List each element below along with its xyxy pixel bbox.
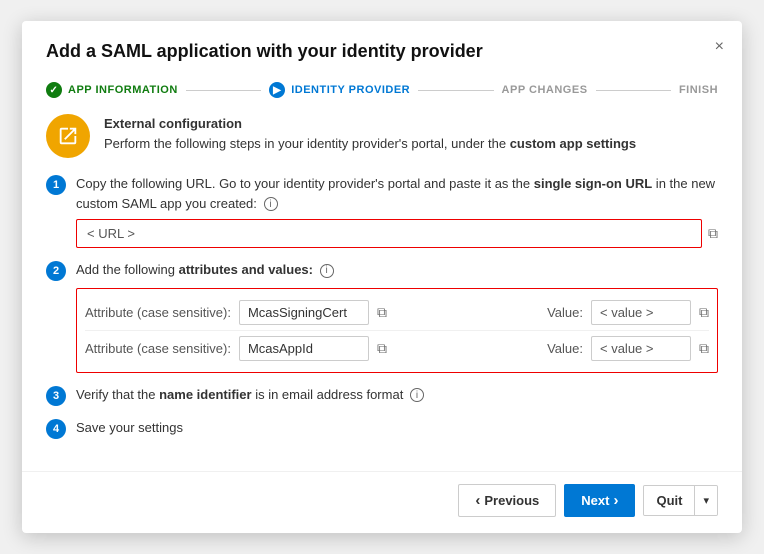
step1-text-start: Copy the following URL. Go to your ident… bbox=[76, 176, 534, 191]
banner-title: External configuration bbox=[104, 116, 242, 131]
previous-button[interactable]: Previous bbox=[458, 484, 556, 517]
dialog-footer: Previous Next Quit ▾ bbox=[22, 471, 742, 533]
step-content-1: Copy the following URL. Go to your ident… bbox=[76, 174, 718, 248]
step-label-identity-provider: IDENTITY PROVIDER bbox=[291, 84, 410, 96]
step-label-app-changes: APP CHANGES bbox=[502, 84, 588, 96]
step-line-3 bbox=[596, 90, 671, 91]
step2-text-bold: attributes and values: bbox=[179, 262, 313, 277]
quit-button[interactable]: Quit bbox=[644, 486, 695, 515]
value-copy-icon-2[interactable]: ⧉ bbox=[699, 338, 709, 359]
close-button[interactable]: × bbox=[711, 35, 728, 59]
chevron-left-icon bbox=[475, 492, 480, 509]
instruction-step-4: 4 Save your settings bbox=[46, 418, 718, 439]
step4-text: Save your settings bbox=[76, 420, 183, 435]
quit-split-button: Quit ▾ bbox=[643, 485, 718, 516]
value-input-2[interactable] bbox=[591, 336, 691, 361]
step2-text-start: Add the following bbox=[76, 262, 179, 277]
step-content-4: Save your settings bbox=[76, 418, 718, 438]
config-icon bbox=[46, 114, 90, 158]
url-row: ⧉ bbox=[76, 219, 718, 248]
value-label-2: Value: bbox=[547, 339, 583, 359]
attr-input-1[interactable] bbox=[239, 300, 369, 325]
step-line-1 bbox=[186, 90, 261, 91]
attr-copy-icon-2[interactable]: ⧉ bbox=[377, 338, 387, 359]
external-link-icon bbox=[57, 125, 79, 147]
banner-text: External configuration Perform the follo… bbox=[104, 114, 636, 153]
value-copy-icon-1[interactable]: ⧉ bbox=[699, 302, 709, 323]
url-copy-icon[interactable]: ⧉ bbox=[708, 223, 718, 244]
dialog-title: Add a SAML application with your identit… bbox=[46, 41, 718, 62]
attr-label-2: Attribute (case sensitive): bbox=[85, 339, 231, 359]
attr-row-1: Attribute (case sensitive): ⧉ Value: ⧉ bbox=[85, 295, 709, 331]
stepper-step-identity-provider: ▶ IDENTITY PROVIDER bbox=[269, 82, 410, 98]
instruction-step-3: 3 Verify that the name identifier is in … bbox=[46, 385, 718, 406]
url-input[interactable] bbox=[76, 219, 702, 248]
attr-label-1: Attribute (case sensitive): bbox=[85, 303, 231, 323]
step1-text-bold: single sign-on URL bbox=[534, 176, 652, 191]
next-button[interactable]: Next bbox=[564, 484, 635, 517]
next-label: Next bbox=[581, 493, 609, 508]
value-label-1: Value: bbox=[547, 303, 583, 323]
step-content-2: Add the following attributes and values:… bbox=[76, 260, 718, 373]
attr-copy-icon-1[interactable]: ⧉ bbox=[377, 302, 387, 323]
step-num-1: 1 bbox=[46, 175, 66, 195]
dialog: Add a SAML application with your identit… bbox=[22, 21, 742, 533]
banner-desc-bold: custom app settings bbox=[510, 136, 636, 151]
external-config-banner: External configuration Perform the follo… bbox=[46, 114, 718, 158]
banner-desc-start: Perform the following steps in your iden… bbox=[104, 136, 510, 151]
step3-info-icon[interactable]: i bbox=[410, 388, 424, 402]
step-num-3: 3 bbox=[46, 386, 66, 406]
stepper: ✓ APP INFORMATION ▶ IDENTITY PROVIDER AP… bbox=[22, 82, 742, 110]
value-input-1[interactable] bbox=[591, 300, 691, 325]
step3-text-bold: name identifier bbox=[159, 387, 251, 402]
stepper-step-app-changes: APP CHANGES bbox=[502, 84, 588, 96]
attr-row-2: Attribute (case sensitive): ⧉ Value: ⧉ bbox=[85, 331, 709, 366]
dialog-content: External configuration Perform the follo… bbox=[22, 110, 742, 463]
step2-info-icon[interactable]: i bbox=[320, 264, 334, 278]
step-label-finish: FINISH bbox=[679, 84, 718, 96]
stepper-step-app-info: ✓ APP INFORMATION bbox=[46, 82, 178, 98]
dialog-header: Add a SAML application with your identit… bbox=[22, 21, 742, 82]
check-icon: ✓ bbox=[46, 82, 62, 98]
step3-text-end: is in email address format bbox=[252, 387, 404, 402]
stepper-step-finish: FINISH bbox=[679, 84, 718, 96]
quit-dropdown-button[interactable]: ▾ bbox=[695, 486, 717, 515]
attributes-table: Attribute (case sensitive): ⧉ Value: ⧉ A… bbox=[76, 288, 718, 373]
step-num-4: 4 bbox=[46, 419, 66, 439]
step-content-3: Verify that the name identifier is in em… bbox=[76, 385, 718, 405]
step3-text-start: Verify that the bbox=[76, 387, 159, 402]
attr-input-2[interactable] bbox=[239, 336, 369, 361]
instruction-step-1: 1 Copy the following URL. Go to your ide… bbox=[46, 174, 718, 248]
play-icon: ▶ bbox=[269, 82, 285, 98]
chevron-right-icon bbox=[613, 492, 618, 509]
step-num-2: 2 bbox=[46, 261, 66, 281]
step1-info-icon[interactable]: i bbox=[264, 197, 278, 211]
instruction-step-2: 2 Add the following attributes and value… bbox=[46, 260, 718, 373]
previous-label: Previous bbox=[484, 493, 539, 508]
step-label-app-info: APP INFORMATION bbox=[68, 84, 178, 96]
step-line-2 bbox=[418, 90, 493, 91]
